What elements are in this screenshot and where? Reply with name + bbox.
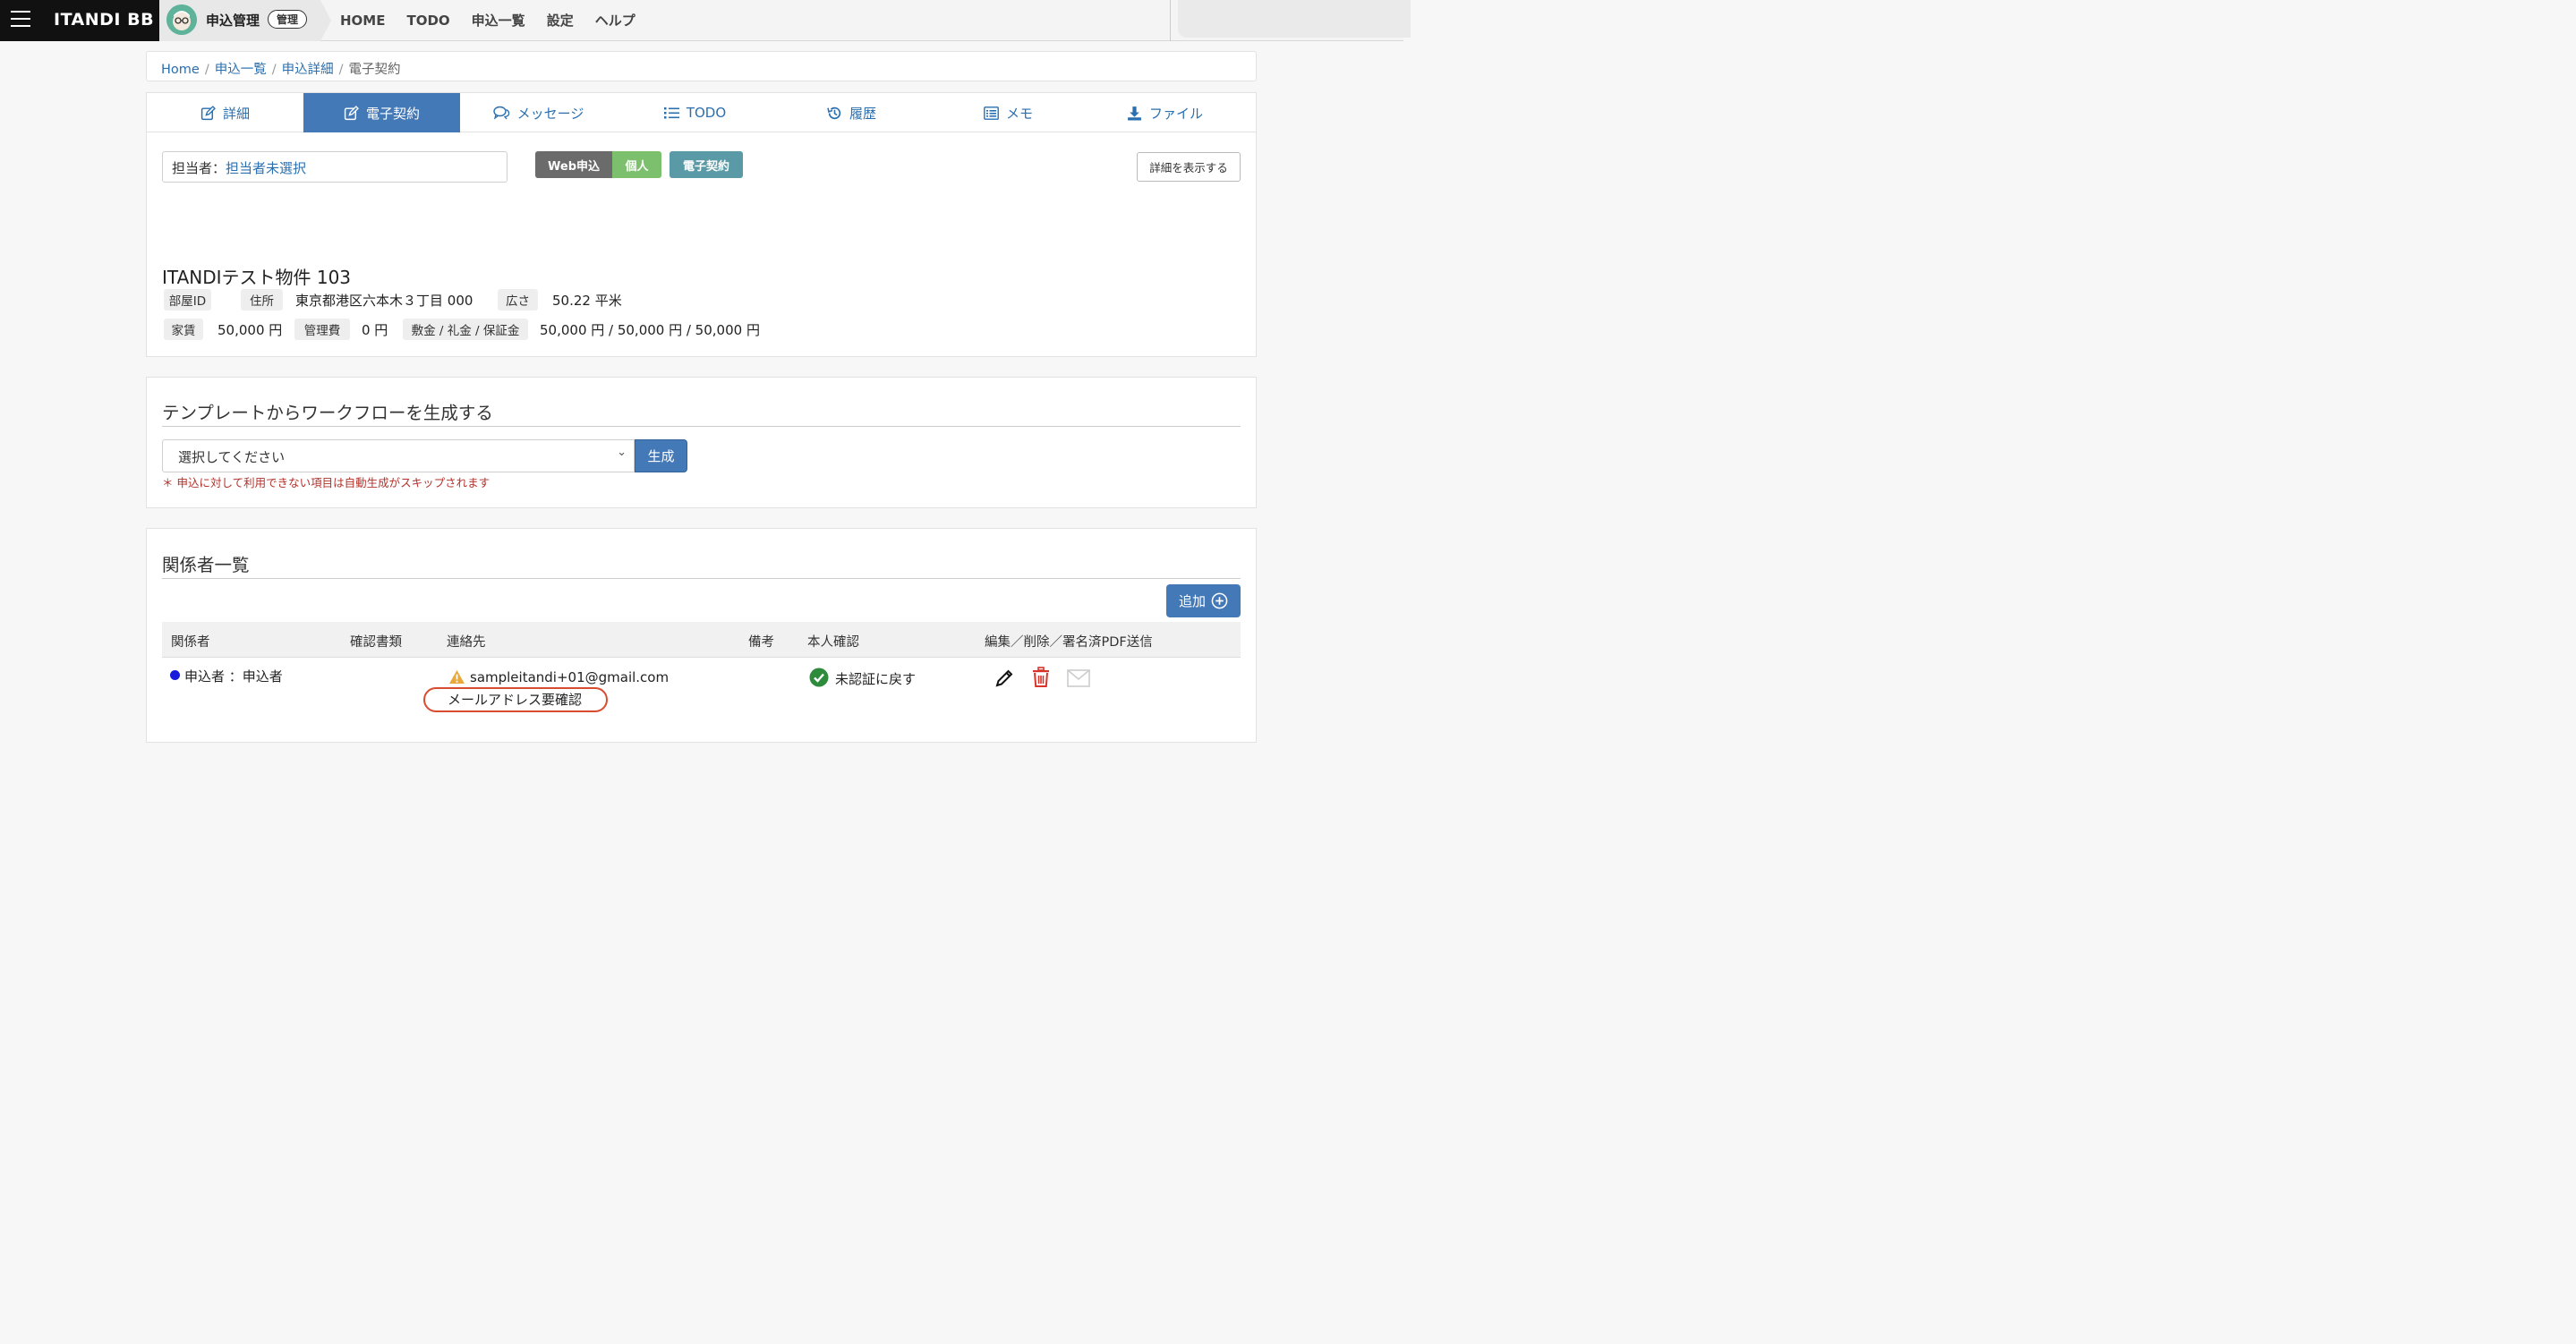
tab-label: 詳細 — [222, 105, 250, 122]
plus-circle-icon — [1211, 592, 1228, 609]
add-button-label: 追加 — [1178, 593, 1206, 609]
nav-settings[interactable]: 設定 — [547, 11, 574, 30]
breadcrumb-home[interactable]: Home — [161, 63, 200, 77]
party-email: sampleitandi+01@gmail.com — [470, 669, 670, 685]
breadcrumb-applications[interactable]: 申込一覧 — [215, 63, 267, 77]
tab-history[interactable]: 履歴 — [773, 93, 930, 132]
column-header: 編集／削除／署名済PDF送信 — [985, 635, 1153, 650]
assignee-selector[interactable]: 担当者：担当者未選択 — [162, 151, 508, 183]
management-fee-value: 0 円 — [362, 322, 388, 338]
user-menu[interactable] — [1178, 0, 1411, 38]
column-header: 確認書類 — [350, 635, 402, 650]
history-icon — [827, 106, 841, 119]
template-select[interactable]: 選択してください ⌄ — [162, 439, 635, 472]
parties-panel: 関係者一覧 追加 関係者 確認書類 連絡先 備考 本人確認 編集／削除／署名済P… — [146, 528, 1257, 743]
tab-files[interactable]: ファイル — [1087, 93, 1243, 132]
management-fee-label: 管理費 — [294, 319, 350, 340]
show-detail-button[interactable]: 詳細を表示する — [1137, 152, 1241, 182]
admin-badge: 管理 — [268, 10, 308, 29]
tab-label: 履歴 — [849, 105, 876, 122]
assignee-value[interactable]: 担当者未選択 — [226, 160, 306, 176]
parties-title: 関係者一覧 — [162, 555, 250, 575]
skip-note: ＊ 申込に対して利用できない項目は自動生成がスキップされます — [162, 476, 490, 489]
nav-home[interactable]: HOME — [340, 13, 385, 29]
column-header: 連絡先 — [447, 635, 486, 650]
web-application-badge: Web申込 — [535, 151, 612, 178]
tab-label: TODO — [686, 105, 727, 121]
breadcrumb-separator: / — [271, 63, 277, 77]
address-label: 住所 — [241, 289, 283, 310]
memo-icon — [984, 106, 999, 120]
divider — [1170, 0, 1171, 41]
tab-bar: 詳細 電子契約 メッセージ TODO 履歴 メモ ファイル — [147, 93, 1256, 132]
tab-label: メモ — [1005, 105, 1033, 122]
divider — [162, 426, 1241, 427]
workflow-title: テンプレートからワークフローを生成する — [162, 403, 493, 423]
send-signed-pdf-icon[interactable] — [1067, 669, 1090, 687]
deposit-value: 50,000 円 / 50,000 円 / 50,000 円 — [540, 322, 760, 338]
template-select-value: 選択してください — [178, 449, 286, 465]
pencil-icon[interactable] — [994, 668, 1014, 688]
edit-icon — [344, 105, 359, 120]
chevron-down-icon: ⌄ — [617, 446, 627, 459]
individual-badge: 個人 — [612, 151, 661, 178]
tab-label: ファイル — [1148, 105, 1203, 122]
app-switcher[interactable]: 申込管理 管理 — [159, 0, 331, 41]
assignee-label: 担当者： — [172, 160, 226, 176]
app-title: 申込管理 — [206, 13, 260, 29]
chat-icon — [492, 106, 509, 120]
workflow-panel: テンプレートからワークフローを生成する 選択してください ⌄ 生成 ＊ 申込に対… — [146, 377, 1257, 508]
brand-logo[interactable]: ITANDI BB — [54, 10, 154, 30]
address-value: 東京都港区六本木３丁目 000 — [295, 293, 473, 309]
column-header: 本人確認 — [807, 635, 859, 650]
list-icon — [663, 107, 679, 119]
tab-label: 電子契約 — [365, 105, 420, 122]
hamburger-menu-icon[interactable] — [11, 11, 30, 29]
deposit-label: 敷金 / 礼金 / 保証金 — [403, 319, 528, 340]
rent-value: 50,000 円 — [218, 322, 283, 338]
breadcrumb: Home / 申込一覧 / 申込詳細 / 電子契約 — [146, 51, 1257, 81]
check-circle-icon — [809, 668, 829, 687]
column-header: 関係者 — [171, 635, 210, 650]
breadcrumb-separator: / — [204, 63, 209, 77]
nav-help[interactable]: ヘルプ — [595, 11, 635, 30]
table-header: 関係者 確認書類 連絡先 備考 本人確認 編集／削除／署名済PDF送信 — [162, 622, 1241, 658]
application-panel: 詳細 電子契約 メッセージ TODO 履歴 メモ ファイル 担当者：担当者未選択 — [146, 92, 1257, 357]
reset-verification-link[interactable]: 未認証に戻す — [835, 669, 916, 688]
tab-todo[interactable]: TODO — [617, 93, 773, 132]
nav-applications[interactable]: 申込一覧 — [472, 11, 525, 30]
breadcrumb-application-detail[interactable]: 申込詳細 — [282, 63, 334, 77]
nav-todo[interactable]: TODO — [406, 13, 449, 29]
tab-label: メッセージ — [516, 105, 584, 122]
warning-icon — [449, 669, 465, 685]
trash-icon[interactable] — [1031, 667, 1051, 688]
divider — [162, 578, 1241, 579]
e-contract-badge: 電子契約 — [670, 151, 743, 178]
highlight-annotation — [423, 687, 608, 712]
add-party-button[interactable]: 追加 — [1166, 584, 1241, 617]
top-bar: ITANDI BB 申込管理 管理 HOME TODO 申込一覧 設定 ヘルプ — [0, 0, 1411, 41]
party-name: 申込者 ：申込者 — [184, 668, 283, 685]
area-label: 広さ — [498, 289, 538, 310]
tab-e-contract[interactable]: 電子契約 — [303, 93, 460, 132]
avatar — [166, 4, 197, 35]
download-icon — [1128, 106, 1141, 120]
area-value: 50.22 平米 — [552, 293, 622, 309]
tab-detail[interactable]: 詳細 — [147, 93, 303, 132]
column-header: 備考 — [748, 635, 774, 650]
breadcrumb-separator: / — [338, 63, 344, 77]
brand-area: ITANDI BB — [0, 0, 159, 41]
rent-label: 家賃 — [164, 319, 203, 340]
generate-button[interactable]: 生成 — [635, 439, 687, 472]
tab-messages[interactable]: メッセージ — [460, 93, 617, 132]
edit-icon — [200, 105, 216, 120]
breadcrumb-current: 電子契約 — [348, 63, 401, 77]
property-name: ITANDIテスト物件 103 — [162, 267, 352, 288]
room-id-label: 部屋ID — [164, 289, 211, 310]
tab-memo[interactable]: メモ — [930, 93, 1087, 132]
status-dot — [170, 670, 180, 680]
main-nav: HOME TODO 申込一覧 設定 ヘルプ — [340, 11, 657, 30]
